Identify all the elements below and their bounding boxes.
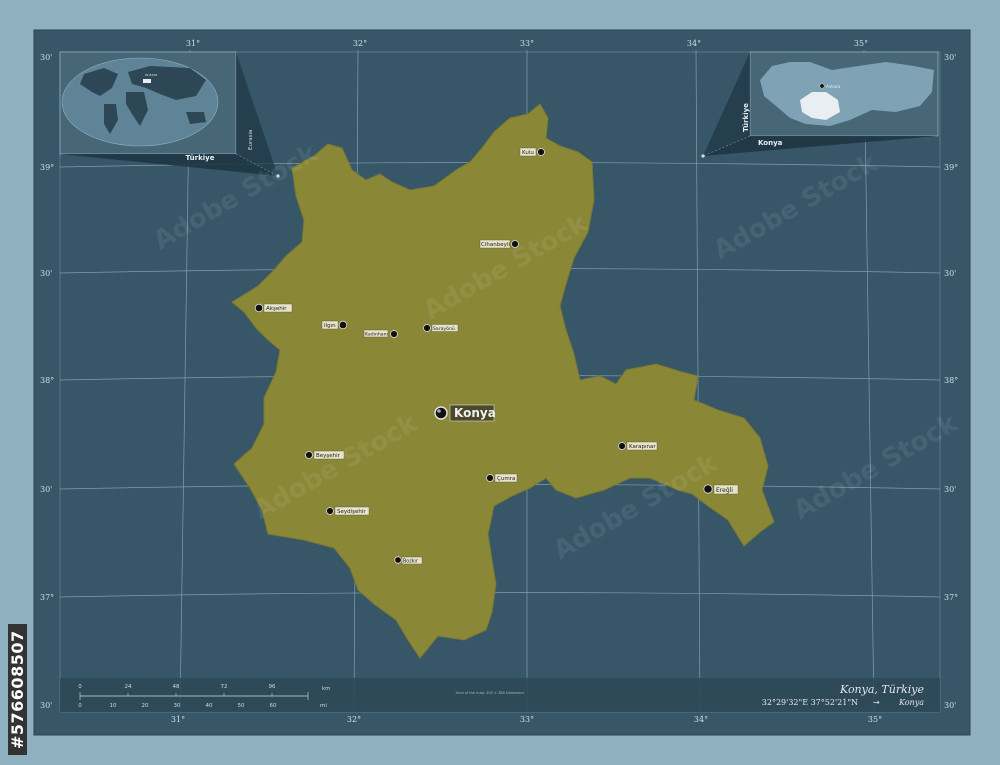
city-karapinar: Karapınar xyxy=(618,441,658,451)
city-ilgin: Ilgın xyxy=(321,320,348,330)
city-label: Sarayönü xyxy=(433,326,455,332)
city-label: Kulu xyxy=(522,150,534,156)
city-sarayonu: Sarayönü xyxy=(423,324,459,332)
inset-world-ankara: Ankara xyxy=(145,73,157,77)
inset-country-ankara-dot xyxy=(819,83,825,89)
footer-note: Area of the map: 403 × 388 kilometers xyxy=(456,691,525,695)
city-kadinhani: Kadınhanı xyxy=(363,329,398,338)
city-label: Bozkır xyxy=(403,559,418,565)
inset-country-province-label: Konya xyxy=(758,139,783,147)
capital-konya: Konya xyxy=(434,404,496,422)
map-title: Konya, Türkiye xyxy=(839,683,924,696)
city-label: Karapınar xyxy=(629,444,656,450)
city-label: Cihanbeyli xyxy=(481,242,510,248)
turkiye-highlight xyxy=(143,79,151,83)
scale-mi-tick: 30 xyxy=(174,703,181,709)
lon-tick-bottom-33: 33° xyxy=(520,715,534,724)
lon-tick-bottom-34: 34° xyxy=(694,715,708,724)
lat-tick-right-37: 37° xyxy=(944,593,958,602)
city-label: Kadınhanı xyxy=(365,332,388,338)
lon-tick-top-35: 35° xyxy=(854,39,868,48)
lon-tick-top-32: 32° xyxy=(353,39,367,48)
city-dot xyxy=(254,303,264,313)
stock-id-text: #576608507 xyxy=(8,624,27,755)
stock-id-badge: #576608507 xyxy=(8,525,30,755)
inset-country-anchor xyxy=(701,154,705,158)
lat-tick-left-36-30: 30' xyxy=(40,701,52,710)
city-dot xyxy=(338,320,348,330)
city-dot xyxy=(486,474,494,482)
inset-country-country-label: Türkiye xyxy=(742,103,750,132)
city-label: Akşehir xyxy=(266,306,287,312)
lat-tick-left-39: 39° xyxy=(40,163,54,172)
city-dot xyxy=(703,484,713,494)
city-kulu: Kulu xyxy=(519,147,545,157)
arrow-right-icon: → xyxy=(873,698,880,707)
scale-mi-tick: 50 xyxy=(238,703,245,709)
scale-mi-tick: 0 xyxy=(78,703,82,709)
scale-km-tick: 72 xyxy=(221,684,228,690)
lat-tick-right-top: 30' xyxy=(944,53,956,62)
lat-tick-left-38: 38° xyxy=(40,376,54,385)
capital-dot xyxy=(434,406,448,420)
capital-label: Konya xyxy=(454,406,496,420)
scale-km-tick: 0 xyxy=(78,684,82,690)
lat-tick-left-37: 37° xyxy=(40,593,54,602)
scale-km-unit: km xyxy=(322,686,331,692)
city-label: Çumra xyxy=(497,476,515,482)
map-coordinates-label: Konya xyxy=(898,698,924,707)
city-dot xyxy=(390,330,398,338)
city-dot xyxy=(423,324,431,332)
scale-km-tick: 24 xyxy=(125,684,132,690)
scale-mi-tick: 40 xyxy=(206,703,213,709)
scale-mi-unit: mi xyxy=(320,703,327,709)
city-label: Ilgın xyxy=(324,323,336,329)
city-eregli: Ereğli xyxy=(703,484,739,495)
map-canvas: 31° 32° 33° 34° 35° 31° 32° 33° 34° 35° … xyxy=(0,0,1000,765)
scale-mi-tick: 60 xyxy=(270,703,277,709)
map-figure: 31° 32° 33° 34° 35° 31° 32° 33° 34° 35° … xyxy=(0,0,1000,765)
city-dot xyxy=(326,507,334,515)
lat-tick-right-36-30: 30' xyxy=(944,701,956,710)
inset-world-country-label: Türkiye xyxy=(186,154,215,162)
city-dot xyxy=(537,148,545,156)
city-dot xyxy=(305,451,313,459)
lon-tick-top-34: 34° xyxy=(687,39,701,48)
city-dot xyxy=(618,442,626,450)
scale-km-tick: 96 xyxy=(269,684,276,690)
map-coordinates: 32°29'32"E 37°52'21"N xyxy=(762,698,858,707)
city-label: Ereğli xyxy=(716,487,733,494)
scale-mi-tick: 10 xyxy=(110,703,117,709)
lon-tick-top-33: 33° xyxy=(520,39,534,48)
lat-tick-left-top: 30' xyxy=(40,53,52,62)
city-bozkir: Bozkır xyxy=(394,556,423,565)
scale-km-tick: 48 xyxy=(173,684,180,690)
city-dot xyxy=(394,556,402,564)
lon-tick-bottom-35: 35° xyxy=(868,715,882,724)
inset-country-ankara-label: Ankara xyxy=(826,84,841,89)
lat-tick-right-39: 39° xyxy=(944,163,958,172)
lat-tick-right-38: 38° xyxy=(944,376,958,385)
lon-tick-top-31: 31° xyxy=(186,39,200,48)
inset-world-region-label: Eurasia xyxy=(248,130,254,150)
scale-mi-tick: 20 xyxy=(142,703,149,709)
city-aksehir: Akşehir xyxy=(254,303,293,313)
lat-tick-right-37-30: 30' xyxy=(944,485,956,494)
capital-dot-highlight xyxy=(437,409,441,413)
lon-tick-bottom-31: 31° xyxy=(171,715,185,724)
lat-tick-left-37-30: 30' xyxy=(40,485,52,494)
lat-tick-right-38-30: 30' xyxy=(944,269,956,278)
city-cumra: Çumra xyxy=(486,473,518,483)
city-label: Seydişehir xyxy=(337,509,366,515)
lat-tick-left-38-30: 30' xyxy=(40,269,52,278)
lon-tick-bottom-32: 32° xyxy=(347,715,361,724)
